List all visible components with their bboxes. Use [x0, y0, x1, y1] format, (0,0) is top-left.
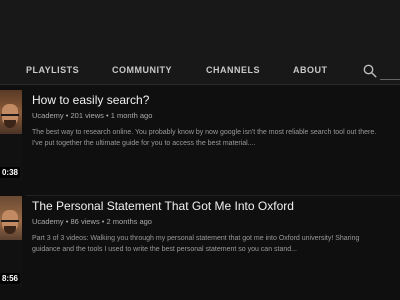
video-title[interactable]: The Personal Statement That Got Me Into …: [32, 199, 397, 213]
video-thumbnail[interactable]: 0:38: [0, 90, 22, 180]
meta-separator: •: [65, 217, 69, 226]
video-description[interactable]: The best way to research online. You pro…: [32, 127, 398, 149]
list-item: 8:56 The Personal Statement That Got Me …: [0, 196, 400, 296]
view-count: 86 views: [70, 217, 100, 226]
meta-separator: •: [105, 111, 109, 120]
video-thumbnail[interactable]: 8:56: [0, 196, 22, 286]
description-line: I've put together the ultimate guide for…: [32, 140, 256, 147]
search-input-underline[interactable]: [380, 79, 400, 80]
tab-about[interactable]: ABOUT: [293, 65, 328, 75]
thumbnail-beard: [4, 226, 16, 234]
video-meta: Ucademy • 201 views • 1 month ago: [32, 111, 152, 120]
channel-header-area: [0, 0, 400, 58]
tab-community[interactable]: COMMUNITY: [112, 65, 172, 75]
channel-name[interactable]: Ucademy: [32, 111, 64, 120]
description-line: The best way to research online. You pro…: [32, 129, 377, 136]
video-description[interactable]: Part 3 of 3 videos: Walking you through …: [32, 233, 398, 255]
channel-name[interactable]: Ucademy: [32, 217, 64, 226]
tab-channels[interactable]: CHANNELS: [206, 65, 260, 75]
video-duration: 0:38: [0, 167, 20, 178]
list-item: 0:38 How to easily search? Ucademy • 201…: [0, 90, 400, 196]
thumbnail-beard: [4, 120, 16, 128]
video-meta: Ucademy • 86 views • 2 months ago: [32, 217, 152, 226]
video-list: 0:38 How to easily search? Ucademy • 201…: [0, 85, 400, 300]
video-title[interactable]: How to easily search?: [32, 93, 397, 107]
channel-tabs: PLAYLISTS COMMUNITY CHANNELS ABOUT: [0, 58, 400, 85]
video-duration: 8:56: [0, 273, 20, 284]
meta-separator: •: [65, 111, 69, 120]
upload-age: 1 month ago: [110, 111, 153, 120]
upload-age: 2 months ago: [106, 217, 152, 226]
description-line: guidance and the tools I used to write t…: [32, 246, 297, 253]
view-count: 201 views: [70, 111, 104, 120]
description-line: Part 3 of 3 videos: Walking you through …: [32, 235, 360, 242]
meta-separator: •: [101, 217, 105, 226]
search-icon[interactable]: [363, 64, 377, 78]
tab-playlists[interactable]: PLAYLISTS: [26, 65, 79, 75]
